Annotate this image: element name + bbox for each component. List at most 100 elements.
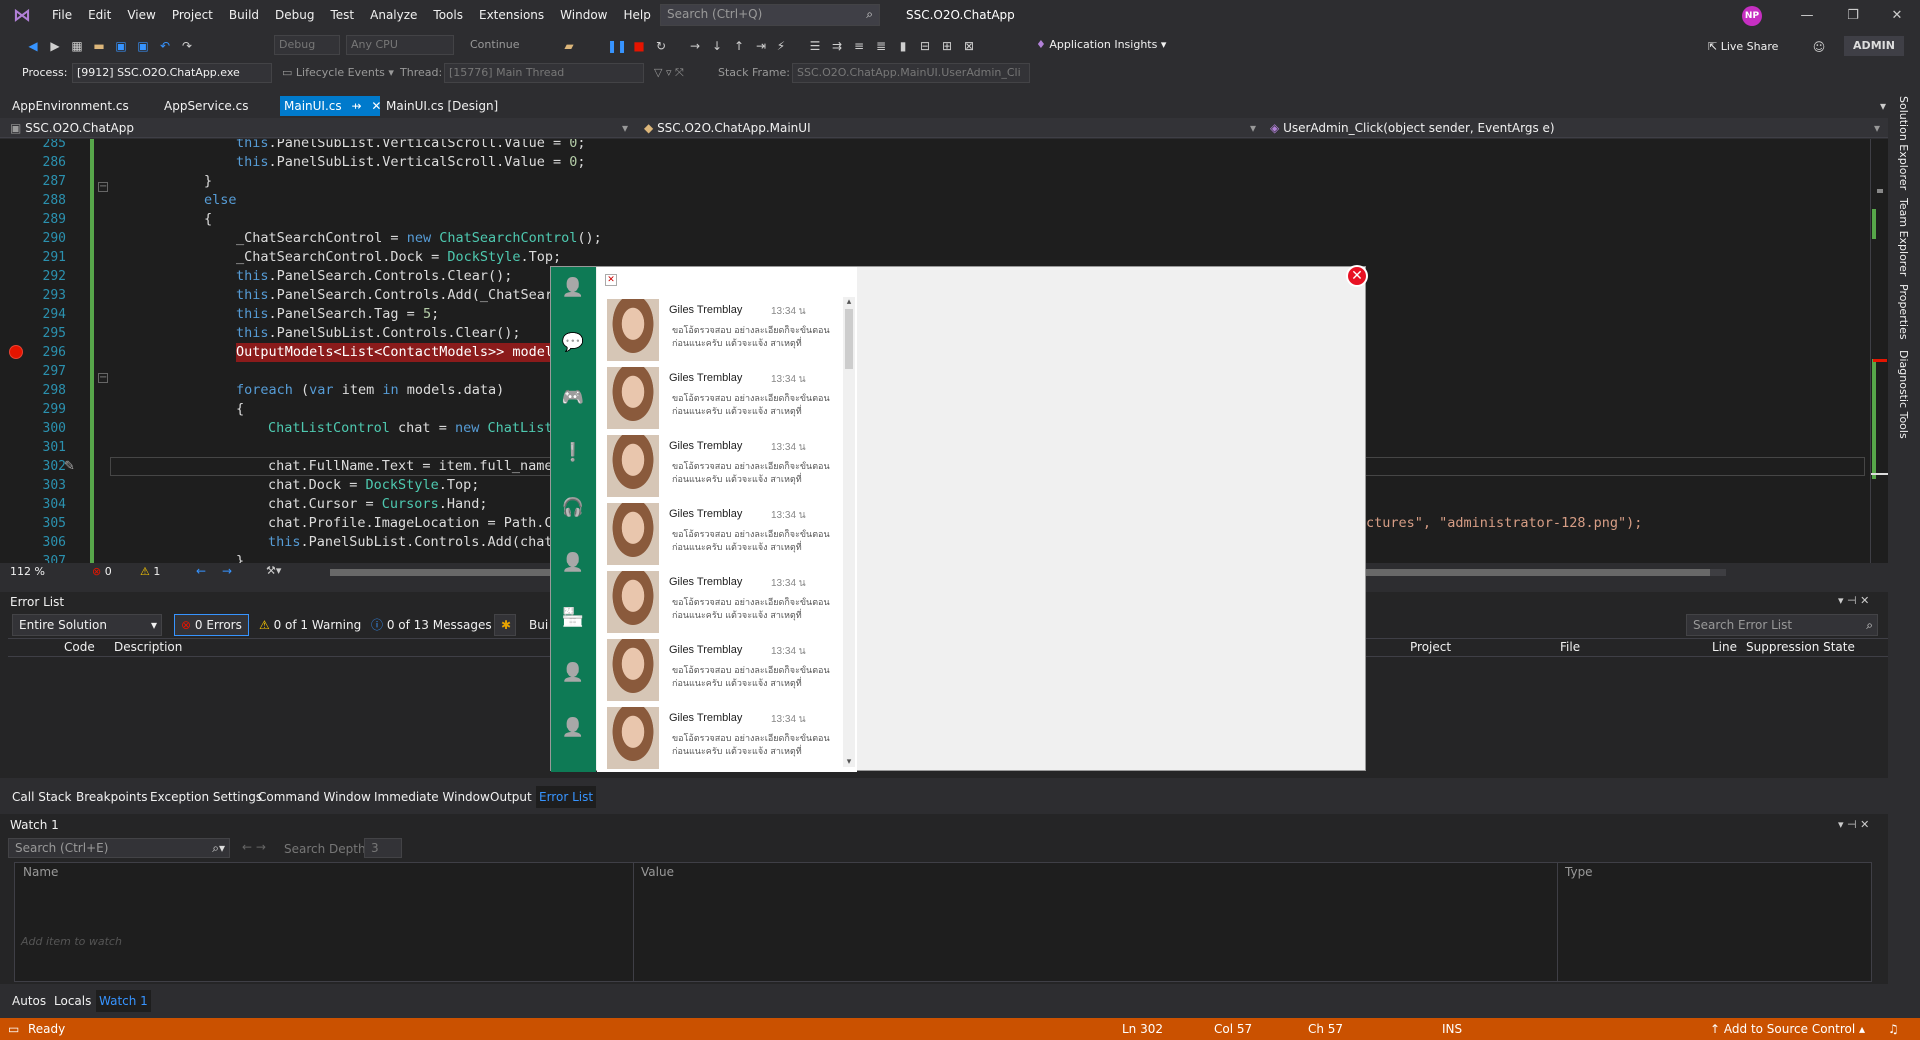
show-next-icon[interactable]: ⇥ (752, 37, 770, 55)
scrollbar-thumb[interactable] (845, 309, 853, 369)
chat-list[interactable]: ✕ Giles Tremblay 13:34 นขอโอ้ตรวจสอบ อย่า… (597, 267, 857, 772)
scroll-up-icon[interactable]: ▴ (843, 297, 855, 307)
search-depth-select[interactable]: 3 (364, 838, 402, 858)
tab-command-window[interactable]: Command Window (258, 786, 371, 808)
error-list-search[interactable]: Search Error List ⌕ (1686, 614, 1878, 636)
col-description[interactable]: Description (114, 640, 182, 654)
fire-icon[interactable]: ▰ (560, 37, 578, 55)
threads-icon[interactable]: ☰ (806, 37, 824, 55)
col-project[interactable]: Project (1410, 640, 1451, 654)
minimize-icon[interactable]: — (1784, 0, 1830, 30)
open-folder-icon[interactable]: ▬ (90, 37, 108, 55)
col-type[interactable]: Type (1565, 865, 1593, 879)
messages-filter-button[interactable]: ⓘ 0 of 13 Messages (364, 614, 499, 636)
add-item-to-watch[interactable]: Add item to watch (21, 935, 122, 948)
tab-error-list[interactable]: Error List (536, 786, 597, 808)
col-code[interactable]: Code (64, 640, 95, 654)
undo-icon[interactable]: ↶ (156, 37, 174, 55)
filter-icon[interactable]: ▽ ▿ ⤧ (654, 66, 684, 80)
live-share-button[interactable]: ⇱ Live Share (1708, 40, 1778, 53)
new-project-icon[interactable]: ▦ (68, 37, 86, 55)
user-icon[interactable]: 👤 (561, 715, 585, 739)
save-icon[interactable]: ▣ (112, 37, 130, 55)
menu-build[interactable]: Build (221, 0, 267, 30)
collapse-icon[interactable]: − (98, 182, 108, 192)
warnings-filter-button[interactable]: ⚠ 0 of 1 Warning (252, 614, 368, 636)
save-all-icon[interactable]: ▣ (134, 37, 152, 55)
panel-controls[interactable]: ▾ ⊣ ✕ (1838, 818, 1869, 831)
admin-badge[interactable]: ADMIN (1844, 36, 1904, 56)
align-icon[interactable]: ≡ (850, 37, 868, 55)
project-chevron-icon[interactable]: ▾ (622, 118, 628, 138)
warnings-indicator[interactable]: ⚠ 1 (140, 565, 160, 578)
user-icon[interactable]: 👤 (561, 275, 585, 299)
col-suppression-state[interactable]: Suppression State (1746, 640, 1855, 654)
menu-help[interactable]: Help (615, 0, 658, 30)
indent-icon[interactable]: ⇉ (828, 37, 846, 55)
scope-select[interactable]: Entire Solution ▾ (12, 614, 162, 636)
user-icon[interactable]: 👤 (561, 550, 585, 574)
errors-filter-button[interactable]: ⊗ 0 Errors (174, 614, 249, 636)
tab-output[interactable]: Output (490, 786, 532, 808)
tab-mainui-design[interactable]: MainUI.cs [Design] (382, 96, 502, 116)
watch-nav-icons[interactable]: ← → (242, 840, 266, 854)
bookmark-prev-icon[interactable]: ⊟ (916, 37, 934, 55)
pause-icon[interactable]: ❚❚ (607, 37, 627, 55)
scroll-down-icon[interactable]: ▾ (843, 757, 855, 767)
side-tab-properties[interactable]: Properties (1890, 284, 1910, 340)
visual-studio-logo-icon[interactable]: ⋈ (0, 0, 44, 30)
process-select[interactable]: [9912] SSC.O2O.ChatApp.exe (72, 63, 272, 83)
editor-vertical-scrollbar[interactable] (1870, 139, 1888, 563)
project-dropdown[interactable]: ▣ SSC.O2O.ChatApp (10, 118, 630, 138)
brush-icon[interactable]: ⚒▾ (266, 564, 281, 577)
feedback-icon[interactable]: ☺ (1810, 38, 1828, 56)
nav-forward-icon[interactable]: → (222, 564, 232, 578)
menu-view[interactable]: View (119, 0, 163, 30)
side-tab-solution-explorer[interactable]: Solution Explorer (1890, 96, 1910, 190)
comment-icon[interactable]: ≣ (872, 37, 890, 55)
close-icon[interactable]: ✕ (1874, 0, 1920, 30)
tab-appservice[interactable]: AppService.cs (160, 96, 252, 116)
menu-test[interactable]: Test (322, 0, 362, 30)
tab-close-icon[interactable]: ✕ (371, 99, 381, 113)
col-line[interactable]: Line (1712, 640, 1737, 654)
forward-icon[interactable]: ▶ (46, 37, 64, 55)
menu-file[interactable]: File (44, 0, 80, 30)
quick-search-input[interactable]: Search (Ctrl+Q) ⌕ (660, 4, 880, 26)
headset-icon[interactable]: 🎧 (561, 495, 585, 519)
back-icon[interactable]: ◀ (24, 37, 42, 55)
lifecycle-events-button[interactable]: ▭ Lifecycle Events ▾ (282, 66, 394, 79)
step-out-icon[interactable]: ↑ (730, 37, 748, 55)
application-insights-button[interactable]: ♦ Application Insights ▾ (1036, 38, 1166, 51)
menu-debug[interactable]: Debug (267, 0, 322, 30)
step-over-icon[interactable]: ↓ (708, 37, 726, 55)
menu-edit[interactable]: Edit (80, 0, 119, 30)
collapse-icon[interactable]: − (98, 373, 108, 383)
configuration-select[interactable]: Debug (274, 35, 340, 55)
side-tab-team-explorer[interactable]: Team Explorer (1890, 198, 1910, 276)
member-chevron-icon[interactable]: ▾ (1874, 118, 1880, 138)
chat-list-item[interactable]: Giles Tremblay 13:34 นขอโอ้ตรวจสอบ อย่างล… (597, 569, 841, 635)
chat-list-item[interactable]: Giles Tremblay 13:34 นขอโอ้ตรวจสอบ อย่างล… (597, 705, 841, 771)
tab-call-stack[interactable]: Call Stack (12, 786, 71, 808)
notifications-icon[interactable]: ♫ (1888, 1018, 1899, 1040)
menu-analyze[interactable]: Analyze (362, 0, 425, 30)
col-value[interactable]: Value (641, 865, 674, 879)
bookmark-next-icon[interactable]: ⊞ (938, 37, 956, 55)
chat-list-item[interactable]: Giles Tremblay 13:34 นขอโอ้ตรวจสอบ อย่างล… (597, 297, 841, 363)
breakpoint-icon[interactable] (9, 345, 23, 359)
tab-exception-settings[interactable]: Exception Settings (150, 786, 262, 808)
restore-icon[interactable]: ❐ (1830, 0, 1876, 30)
gamepad-icon[interactable]: 🎮 (561, 385, 585, 409)
status-column[interactable]: Col 57 (1214, 1018, 1252, 1040)
step-into-icon[interactable]: → (686, 37, 704, 55)
menu-window[interactable]: Window (552, 0, 615, 30)
store-icon[interactable]: 🏪 (561, 605, 585, 629)
col-name[interactable]: Name (23, 865, 58, 879)
nav-back-icon[interactable]: ← (196, 564, 206, 578)
chat-list-item[interactable]: Giles Tremblay 13:34 นขอโอ้ตรวจสอบ อย่างล… (597, 637, 841, 703)
stop-icon[interactable]: ■ (630, 37, 648, 55)
continue-button[interactable]: Continue (470, 38, 519, 51)
tab-appenvironment[interactable]: AppEnvironment.cs (8, 96, 133, 116)
hot-reload-icon[interactable]: ⚡ (772, 37, 790, 55)
